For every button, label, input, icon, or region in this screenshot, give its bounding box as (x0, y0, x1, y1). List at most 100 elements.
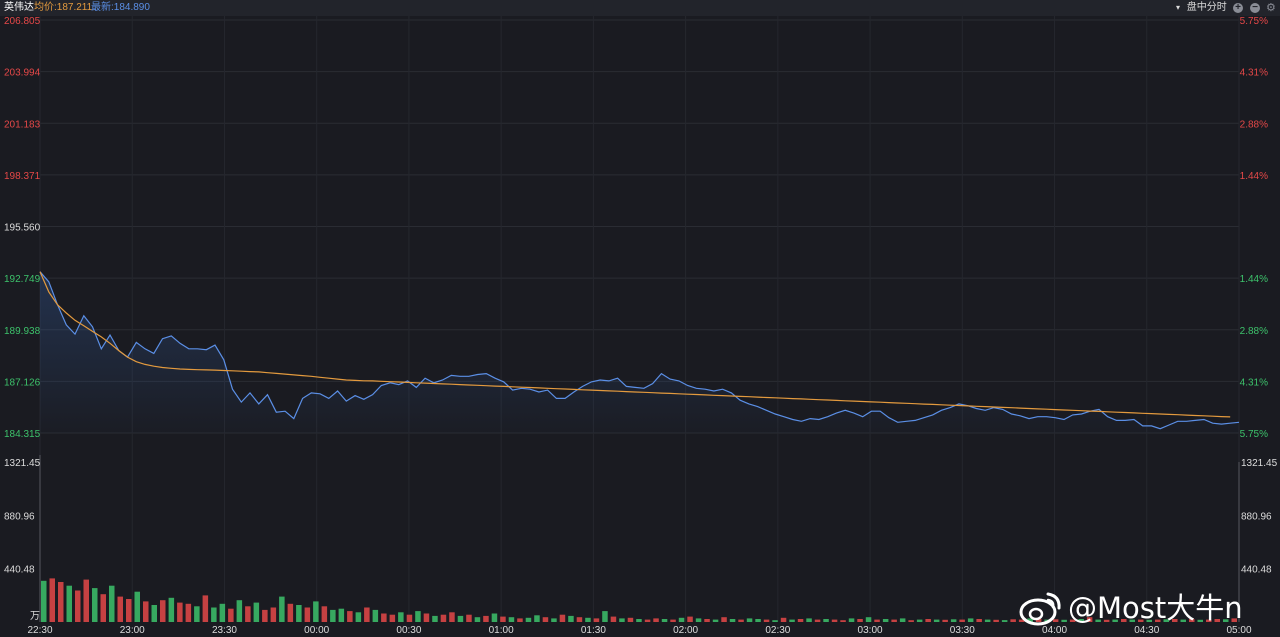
volume-bar (313, 601, 319, 622)
volume-bar (474, 617, 481, 622)
volume-bar (593, 618, 600, 622)
volume-bar (1010, 619, 1016, 622)
time-tick-label: 23:00 (120, 625, 145, 636)
volume-bar (517, 618, 523, 622)
volume-tick-label-right: 880.96 (1241, 511, 1272, 522)
volume-tick-label-right: 1321.45 (1241, 458, 1278, 469)
percent-tick-label: 1.44% (1240, 274, 1268, 285)
volume-bar (211, 607, 217, 622)
volume-bar (347, 611, 353, 622)
percent-tick-label: 4.31% (1240, 377, 1268, 388)
volume-bar (916, 619, 923, 622)
volume-bar (372, 609, 379, 622)
volume-bar (151, 605, 157, 622)
volume-bar (857, 619, 863, 622)
volume-bar (729, 619, 736, 622)
volume-bar (967, 618, 974, 622)
volume-bar (746, 618, 753, 622)
volume-bar (58, 582, 64, 622)
volume-bar (899, 618, 906, 622)
volume-bar (891, 619, 897, 622)
time-tick-label: 23:30 (212, 625, 237, 636)
volume-bar (143, 601, 149, 622)
volume-bar (551, 618, 557, 622)
volume-bar (483, 615, 489, 622)
volume-bar (797, 619, 804, 622)
volume-bar (636, 619, 642, 622)
volume-bar (491, 613, 498, 622)
percent-tick-label: 2.88% (1240, 326, 1268, 337)
volume-bar (500, 616, 506, 622)
time-tick-label: 02:30 (765, 625, 790, 636)
price-tick-label: 201.183 (4, 119, 41, 130)
time-tick-label: 03:30 (950, 625, 975, 636)
volume-bar (568, 615, 574, 622)
volume-bar (542, 617, 549, 622)
volume-bar (933, 619, 940, 622)
time-tick-label: 22:30 (27, 625, 52, 636)
volume-bar (882, 619, 889, 622)
volume-bar (942, 619, 948, 622)
volume-bar (406, 614, 413, 622)
volume-bar (381, 613, 387, 622)
volume-bar (41, 580, 47, 622)
price-tick-label: 184.315 (4, 429, 41, 440)
price-tick-label: 206.805 (4, 16, 41, 27)
volume-bar (440, 614, 447, 622)
price-tick-label: 195.560 (4, 223, 41, 234)
volume-bar (712, 619, 719, 622)
volume-bar (508, 617, 515, 622)
volume-bar (92, 588, 98, 622)
volume-tick-label-left: 880.96 (4, 511, 35, 522)
volume-bar (644, 619, 651, 622)
volume-bar (194, 606, 200, 622)
volume-bar (423, 613, 430, 622)
percent-tick-label: 5.75% (1240, 429, 1268, 440)
volume-bar (219, 603, 226, 622)
volume-bar (874, 619, 880, 622)
volume-bar (627, 617, 634, 622)
volume-bar (287, 603, 294, 622)
volume-bar (304, 607, 311, 622)
volume-bar (330, 609, 336, 622)
volume-bar (364, 607, 370, 622)
volume-tick-label-right: 440.48 (1241, 565, 1272, 576)
price-tick-label: 187.126 (4, 377, 41, 388)
volume-bar (763, 619, 770, 622)
volume-bar (117, 596, 123, 622)
price-tick-label: 192.749 (4, 274, 41, 285)
volume-bar (321, 606, 328, 622)
volume-bar (398, 612, 404, 622)
volume-bar (721, 617, 727, 622)
percent-tick-label: 5.75% (1240, 16, 1268, 27)
volume-bar (661, 619, 668, 622)
volume-bar (576, 617, 583, 622)
volume-bar (585, 617, 591, 622)
volume-bar (950, 619, 957, 622)
volume-bar (168, 597, 175, 622)
volume-bar (806, 618, 812, 622)
time-tick-label: 01:00 (489, 625, 514, 636)
price-tick-label: 203.994 (4, 68, 41, 79)
price-tick-label: 189.938 (4, 326, 41, 337)
volume-bar (976, 619, 982, 622)
volume-bar (865, 617, 872, 622)
volume-bar (780, 617, 787, 622)
volume-bar (134, 591, 140, 622)
volume-bar (687, 616, 693, 622)
volume-bar (619, 618, 625, 622)
volume-bar (525, 617, 532, 622)
intraday-chart-window: 英伟达 均价:187.211 最新:184.890 ▾ 盘中分时 + − ⚙ 2… (0, 0, 1280, 637)
volume-bar (678, 617, 685, 622)
volume-bar (908, 620, 914, 622)
volume-bar (993, 619, 999, 622)
volume-bar (610, 616, 617, 622)
volume-bar (355, 612, 362, 622)
volume-bar (100, 594, 106, 622)
volume-bar (177, 602, 183, 622)
volume-bar (66, 585, 72, 622)
volume-bar (466, 614, 472, 622)
volume-bar (534, 615, 540, 622)
percent-tick-label: 2.88% (1240, 119, 1268, 130)
volume-bar (959, 619, 965, 622)
